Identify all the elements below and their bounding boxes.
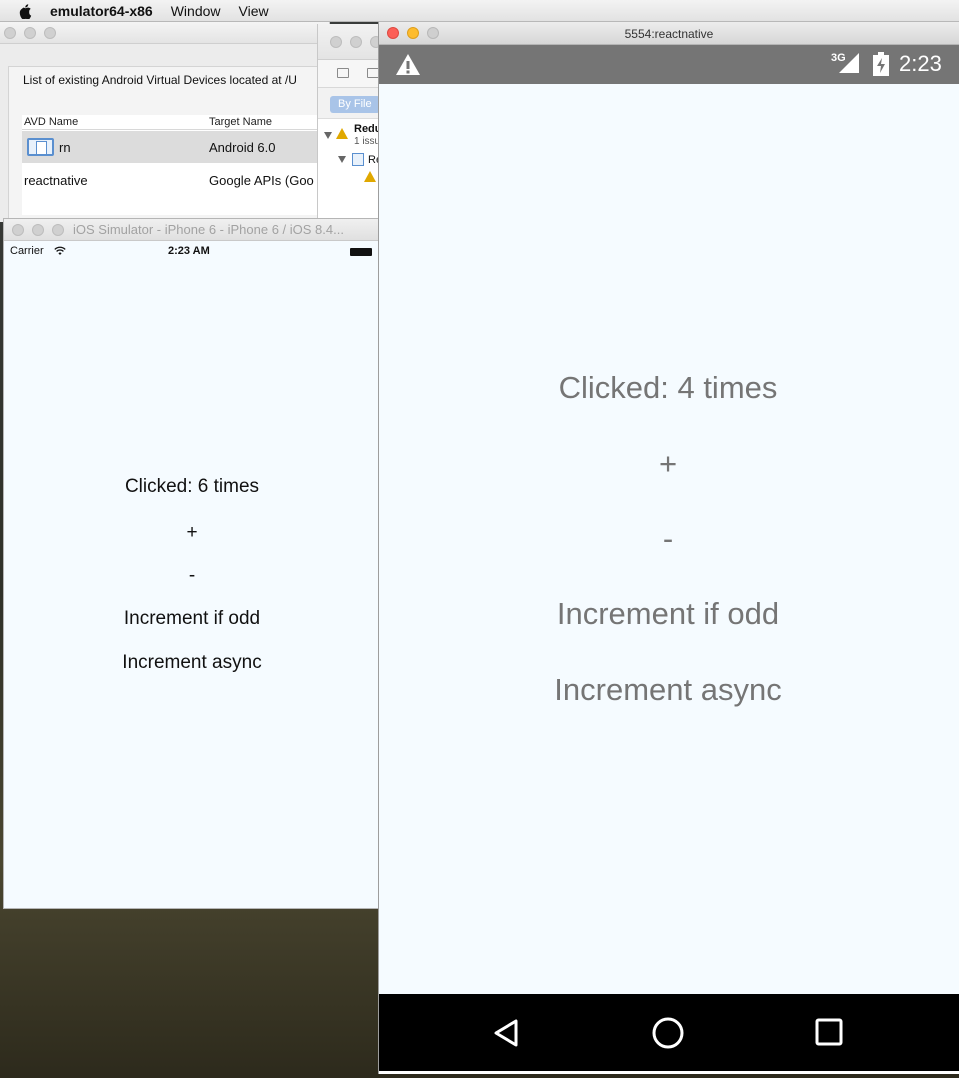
avd-row-target: Google APIs (Goo [209, 173, 314, 188]
column-avd-name[interactable]: AVD Name [24, 116, 78, 128]
by-file-toggle[interactable]: By File [330, 96, 380, 113]
close-button[interactable] [4, 27, 16, 39]
wifi-icon [54, 246, 66, 255]
signal-icon [839, 53, 859, 73]
ios-clock: 2:23 AM [168, 245, 210, 257]
minimize-button[interactable] [32, 224, 44, 236]
ios-window-controls [12, 224, 64, 236]
ios-window-title: iOS Simulator - iPhone 6 - iPhone 6 / iO… [73, 222, 344, 237]
android-app-content: Clicked: 4 times + - Increment if odd In… [379, 84, 959, 994]
increment-if-odd-button[interactable]: Increment if odd [379, 596, 957, 632]
minimize-button[interactable] [24, 27, 36, 39]
android-emulator-window: 5554:reactnative 3G 2:23 Clicked: 4 time… [379, 22, 959, 1074]
folder-icon[interactable] [337, 68, 349, 78]
android-window-title: 5554:reactnative [624, 27, 714, 41]
clicked-counter-text: Clicked: 6 times [124, 476, 260, 497]
menu-bar: emulator64-x86 Window View [0, 0, 959, 22]
battery-icon [350, 248, 372, 256]
navigator-toolbar [318, 60, 387, 88]
increment-async-button[interactable]: Increment async [379, 672, 957, 708]
disclosure-triangle-icon[interactable] [324, 132, 332, 139]
back-icon[interactable] [492, 1018, 522, 1048]
xcode-window-controls [330, 36, 382, 48]
decrement-button[interactable]: - [379, 521, 957, 557]
avd-window-controls [4, 27, 56, 39]
avd-table-header: AVD Name Target Name [22, 115, 322, 130]
avd-row-reactnative[interactable]: reactnative Google APIs (Goo [22, 164, 322, 196]
minimize-button[interactable] [350, 36, 362, 48]
increment-async-button[interactable]: Increment async [4, 652, 380, 674]
clicked-counter-text: Clicked: 4 times [558, 370, 778, 405]
ios-simulator-window: iOS Simulator - iPhone 6 - iPhone 6 / iO… [4, 219, 380, 908]
project-icon [336, 128, 348, 139]
avd-row-name: rn [59, 140, 71, 155]
zoom-button[interactable] [44, 27, 56, 39]
increment-button[interactable]: + [379, 446, 957, 482]
apple-menu-icon[interactable] [18, 3, 32, 19]
column-target-name[interactable]: Target Name [209, 116, 272, 128]
ios-status-bar: Carrier 2:23 AM [4, 241, 380, 261]
issue-count: 1 issu [354, 136, 381, 147]
issue-navigator: Redu 1 issu Re [318, 118, 387, 224]
menu-window[interactable]: Window [171, 3, 221, 19]
home-icon[interactable] [651, 1016, 685, 1050]
warning-notification-icon [396, 54, 420, 75]
avd-row-rn[interactable]: rn Android 6.0 [22, 131, 322, 163]
recents-icon[interactable] [815, 1018, 843, 1046]
issue-project-name[interactable]: Redu [354, 123, 382, 135]
close-button[interactable] [12, 224, 24, 236]
avd-row-target: Android 6.0 [209, 140, 276, 155]
file-icon [352, 153, 364, 166]
disclosure-triangle-icon[interactable] [338, 156, 346, 163]
battery-charging-icon [873, 52, 889, 76]
android-navigation-bar [379, 994, 959, 1071]
avd-list-caption: List of existing Android Virtual Devices… [23, 73, 297, 87]
avd-table: AVD Name Target Name rn Android 6.0 reac… [22, 115, 322, 215]
close-button[interactable] [330, 36, 342, 48]
android-clock: 2:23 [899, 51, 942, 76]
hierarchy-icon[interactable] [367, 68, 379, 78]
increment-button[interactable]: + [4, 522, 380, 544]
decrement-button[interactable]: - [4, 565, 380, 587]
avd-row-name: reactnative [24, 173, 88, 188]
android-status-bar: 3G 2:23 [379, 45, 959, 84]
carrier-label: Carrier [10, 245, 44, 257]
warning-icon [364, 171, 376, 182]
increment-if-odd-button[interactable]: Increment if odd [4, 608, 380, 630]
device-icon [27, 138, 54, 156]
app-menu[interactable]: emulator64-x86 [50, 3, 153, 19]
zoom-button[interactable] [52, 224, 64, 236]
xcode-window: By File Redu 1 issu Re [317, 24, 387, 224]
menu-view[interactable]: View [239, 3, 269, 19]
